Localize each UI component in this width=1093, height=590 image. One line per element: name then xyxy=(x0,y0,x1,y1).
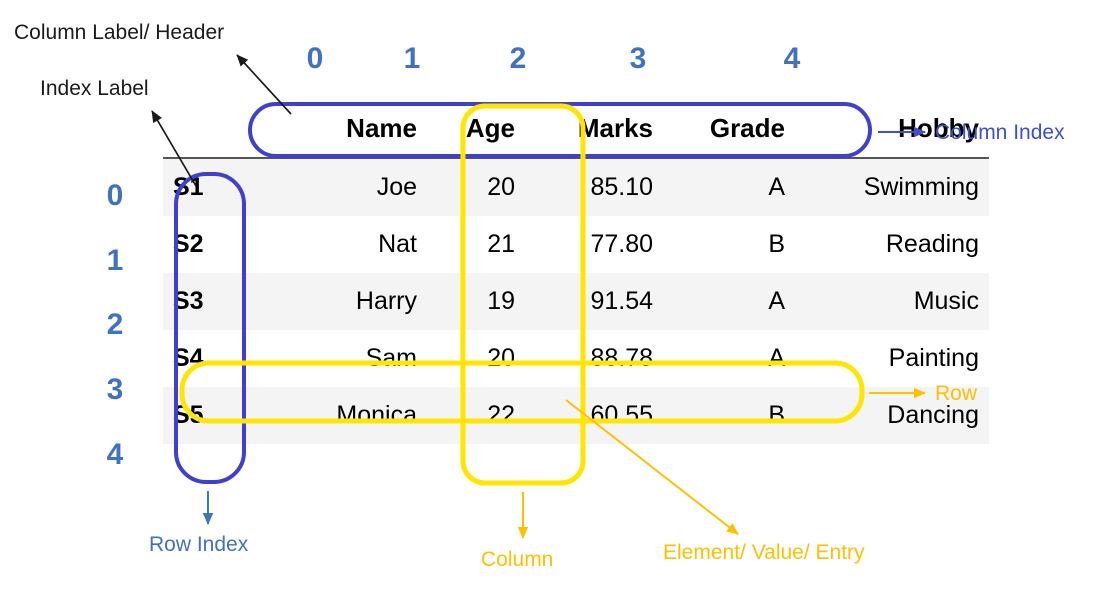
cell-grade: A xyxy=(663,158,795,216)
table-row: S5 Monica 22 60.55 B Dancing xyxy=(163,387,989,444)
row-index-number-1: 1 xyxy=(106,244,124,277)
row-index-number-4: 4 xyxy=(106,438,124,471)
header-index-blank xyxy=(163,100,271,158)
table-row: S2 Nat 21 77.80 B Reading xyxy=(163,216,989,273)
cell-marks: 77.80 xyxy=(525,216,663,273)
table-body: S1 Joe 20 85.10 A Swimming S2 Nat 21 77.… xyxy=(163,158,989,444)
callout-column: Column xyxy=(481,548,554,571)
table-row: S4 Sam 20 88.78 A Painting xyxy=(163,330,989,387)
cell-name: Monica xyxy=(271,387,427,444)
cell-marks: 60.55 xyxy=(525,387,663,444)
table-row: S1 Joe 20 85.10 A Swimming xyxy=(163,158,989,216)
table-row: S3 Harry 19 91.54 A Music xyxy=(163,273,989,330)
callout-row: Row xyxy=(935,382,978,405)
column-index-number-3: 3 xyxy=(629,42,647,75)
column-index-number-1: 1 xyxy=(403,42,421,75)
callout-column-index: Column Index xyxy=(935,121,1065,144)
row-index-number-0: 0 xyxy=(106,179,124,212)
cell-grade: A xyxy=(663,273,795,330)
table-header-row: Name Age Marks Grade Hobby xyxy=(163,100,989,158)
column-index-number-2: 2 xyxy=(509,42,527,75)
cell-hobby: Swimming xyxy=(795,158,989,216)
column-index-number-0: 0 xyxy=(306,42,324,75)
callout-index-label: Index Label xyxy=(40,77,149,100)
cell-grade: A xyxy=(663,330,795,387)
cell-name: Joe xyxy=(271,158,427,216)
header-name: Name xyxy=(271,100,427,158)
row-index-cell: S4 xyxy=(163,330,271,387)
header-marks: Marks xyxy=(525,100,663,158)
cell-name: Sam xyxy=(271,330,427,387)
cell-hobby: Reading xyxy=(795,216,989,273)
callout-row-index: Row Index xyxy=(149,533,249,556)
row-index-cell: S5 xyxy=(163,387,271,444)
cell-marks: 85.10 xyxy=(525,158,663,216)
cell-age: 22 xyxy=(427,387,525,444)
cell-marks: 88.78 xyxy=(525,330,663,387)
row-index-cell: S2 xyxy=(163,216,271,273)
callout-column-label-header: Column Label/ Header xyxy=(14,21,225,44)
row-index-number-3: 3 xyxy=(106,373,124,406)
column-index-number-4: 4 xyxy=(783,42,801,75)
dataframe-table: Name Age Marks Grade Hobby S1 Joe 20 85.… xyxy=(163,100,989,444)
cell-name: Harry xyxy=(271,273,427,330)
cell-age: 19 xyxy=(427,273,525,330)
row-index-cell: S3 xyxy=(163,273,271,330)
row-index-number-2: 2 xyxy=(106,308,124,341)
cell-hobby: Music xyxy=(795,273,989,330)
cell-grade: B xyxy=(663,216,795,273)
cell-name: Nat xyxy=(271,216,427,273)
cell-marks: 91.54 xyxy=(525,273,663,330)
cell-grade: B xyxy=(663,387,795,444)
cell-hobby: Painting xyxy=(795,330,989,387)
callout-element-value-entry: Element/ Value/ Entry xyxy=(663,541,865,564)
cell-age: 20 xyxy=(427,330,525,387)
header-age: Age xyxy=(427,100,525,158)
diagram-canvas: Name Age Marks Grade Hobby S1 Joe 20 85.… xyxy=(0,0,1093,590)
cell-age: 21 xyxy=(427,216,525,273)
dataframe-table-wrapper: Name Age Marks Grade Hobby S1 Joe 20 85.… xyxy=(163,100,989,444)
header-grade: Grade xyxy=(663,100,795,158)
table-header: Name Age Marks Grade Hobby xyxy=(163,100,989,158)
row-index-cell: S1 xyxy=(163,158,271,216)
cell-age: 20 xyxy=(427,158,525,216)
